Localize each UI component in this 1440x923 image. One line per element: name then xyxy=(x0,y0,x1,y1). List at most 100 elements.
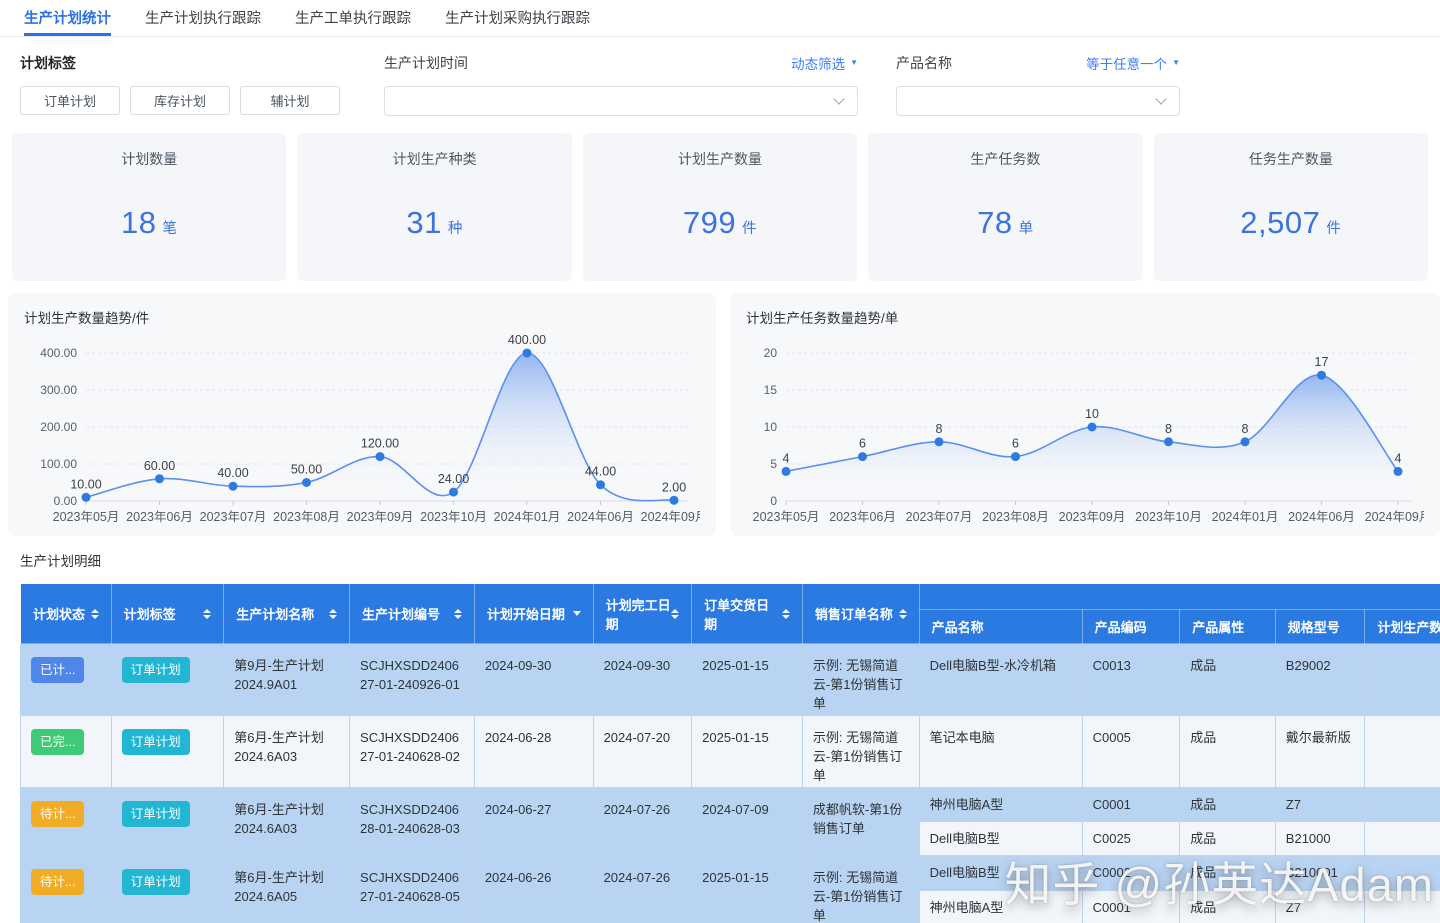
svg-text:2023年08月: 2023年08月 xyxy=(982,510,1049,524)
header-cell-计划生产数[interactable]: 计划生产数 xyxy=(1364,609,1440,644)
stat-value: 31 种 xyxy=(406,205,463,240)
svg-text:20: 20 xyxy=(764,346,778,360)
top-tabbar: 生产计划统计 生产计划执行跟踪 生产工单执行跟踪 生产计划采购执行跟踪 xyxy=(0,0,1440,37)
sort-desc-icon[interactable] xyxy=(572,611,581,616)
tab-生产工单执行跟踪[interactable]: 生产工单执行跟踪 xyxy=(295,0,411,36)
tab-生产计划执行跟踪[interactable]: 生产计划执行跟踪 xyxy=(145,0,261,36)
svg-text:2023年09月: 2023年09月 xyxy=(1059,510,1126,524)
header-label: 计划标签 xyxy=(123,607,176,622)
svg-text:2024年09月: 2024年09月 xyxy=(641,510,700,524)
plan-tag-filter-group: 计划标签 订单计划 库存计划 辅计划 xyxy=(20,53,346,116)
tag-badge: 订单计划 xyxy=(121,729,190,756)
table-row[interactable]: 待计... 订单计划 第6月-生产计划 2024.6A03 SCJHXSDD24062… xyxy=(20,787,1440,856)
sort-icon[interactable] xyxy=(671,608,680,619)
cell-product-spec: B29002 xyxy=(1274,643,1366,716)
svg-text:10: 10 xyxy=(764,420,778,434)
sort-icon[interactable] xyxy=(898,608,907,619)
svg-text:0: 0 xyxy=(770,494,777,508)
cell-plan-name: 第6月-生产计划 2024.6A03 xyxy=(223,787,351,856)
status-badge: 待计... xyxy=(31,801,85,828)
cell-product-code: C0025 xyxy=(1081,821,1181,856)
header-cell-计划完工日期[interactable]: 计划完工日期 xyxy=(592,583,693,644)
svg-text:10: 10 xyxy=(1085,407,1099,421)
cell-plan-qty xyxy=(1364,643,1440,716)
cell-product-spec: B210001 xyxy=(1274,854,1366,892)
header-label: 销售订单名称 xyxy=(814,607,893,622)
header-cell-计划状态[interactable]: 计划状态 xyxy=(20,583,112,644)
cell-finish-date: 2024-07-26 xyxy=(592,855,693,923)
tab-生产计划采购执行跟踪[interactable]: 生产计划采购执行跟踪 xyxy=(445,0,590,36)
cell-delivery-date: 2025-01-15 xyxy=(691,715,803,788)
cell-product-spec: 戴尔最新版 xyxy=(1274,715,1366,788)
cell-plan-code: SCJHXSDD240627-01-240628-02 xyxy=(349,715,475,788)
svg-text:2024年09月: 2024年09月 xyxy=(1365,510,1424,524)
plan-tag-button[interactable]: 库存计划 xyxy=(130,86,230,115)
sort-icon[interactable] xyxy=(203,608,212,619)
cell-product-name: Dell电脑B型-水冷机箱 xyxy=(918,643,1083,716)
header-cell-规格型号[interactable]: 规格型号 xyxy=(1274,609,1366,644)
cell-plan-tag: 订单计划 xyxy=(110,715,225,788)
table-row[interactable]: 待计... 订单计划 第6月-生产计划 2024.6A05 SCJHXSDD24062… xyxy=(20,854,1440,923)
stat-unit: 种 xyxy=(447,221,463,237)
tab-生产计划统计[interactable]: 生产计划统计 xyxy=(24,0,111,36)
header-cell-销售订单名称[interactable]: 销售订单名称 xyxy=(801,583,920,644)
header-cell-产品属性[interactable]: 产品属性 xyxy=(1179,609,1276,644)
header-cell-产品编码[interactable]: 产品编码 xyxy=(1081,609,1181,644)
filter-bar: 计划标签 订单计划 库存计划 辅计划 生产计划时间 动态筛选 ▼ 产品名称 等于任意一… xyxy=(0,37,1440,116)
svg-text:8: 8 xyxy=(936,422,943,436)
cell-finish-date: 2024-07-20 xyxy=(592,715,693,788)
header-label: 计划状态 xyxy=(33,607,86,622)
table-row[interactable]: 已计... 订单计划 第9月-生产计划 2024.9A01 SCJHXSDD24062… xyxy=(20,643,1440,716)
header-cell-计划标签[interactable]: 计划标签 xyxy=(110,583,225,644)
plan-time-label: 生产计划时间 xyxy=(384,55,468,71)
header-label: 生产计划名称 xyxy=(236,607,315,622)
chevron-down-icon xyxy=(1155,93,1167,105)
plan-tag-button[interactable]: 辅计划 xyxy=(240,86,340,115)
header-cell-产品名称[interactable]: 产品名称 xyxy=(918,609,1083,644)
cell-sales-order: 示例: 无锡简道云-第1份销售订单 xyxy=(801,715,920,788)
svg-text:400.00: 400.00 xyxy=(40,346,77,360)
header-cell-计划开始日期[interactable]: 计划开始日期 xyxy=(473,583,594,644)
stat-label: 计划生产数量 xyxy=(678,151,763,167)
cell-plan-tag: 订单计划 xyxy=(110,787,225,856)
svg-text:4: 4 xyxy=(1395,451,1402,465)
product-name-select[interactable] xyxy=(896,86,1180,116)
cell-plan-code: SCJHXSDD240627-01-240926-01 xyxy=(349,643,475,716)
stat-value: 2,507 件 xyxy=(1240,205,1342,240)
task-qty-trend-panel: 计划生产任务数量趋势/单 0 5 10 15 20 2023年05月 2023年06月 202… xyxy=(730,293,1440,536)
svg-text:4: 4 xyxy=(783,451,790,465)
svg-text:2023年09月: 2023年09月 xyxy=(347,510,414,524)
header-cell-生产计划编号[interactable]: 生产计划编号 xyxy=(349,583,475,644)
plan-tag-buttons: 订单计划 库存计划 辅计划 xyxy=(20,86,346,115)
sort-icon[interactable] xyxy=(90,608,99,619)
svg-text:2023年07月: 2023年07月 xyxy=(906,510,973,524)
header-cell-生产计划名称[interactable]: 生产计划名称 xyxy=(223,583,351,644)
production-qty-trend-chart: 0.00 100.00 200.00 300.00 400.00 2023年05月 2023… xyxy=(40,333,707,524)
svg-text:0.00: 0.00 xyxy=(54,494,78,508)
svg-text:2023年06月: 2023年06月 xyxy=(829,510,896,524)
stat-label: 计划生产种类 xyxy=(392,151,477,167)
dynamic-filter-link[interactable]: 动态筛选 ▼ xyxy=(791,53,858,73)
table-row[interactable]: 已完... 订单计划 第6月-生产计划 2024.6A03 SCJHXSDD24062… xyxy=(20,715,1440,788)
product-name-label: 产品名称 xyxy=(896,55,952,71)
svg-text:2024年06月: 2024年06月 xyxy=(567,510,634,524)
stat-unit: 笔 xyxy=(162,221,178,237)
stat-label: 任务生产数量 xyxy=(1248,151,1333,167)
header-cell-订单交货日期[interactable]: 订单交货日期 xyxy=(691,583,803,644)
plan-time-select[interactable] xyxy=(384,86,858,116)
product-group-header xyxy=(918,583,1440,610)
equals-any-link[interactable]: 等于任意一个 ▼ xyxy=(1086,53,1180,73)
svg-text:24.00: 24.00 xyxy=(438,472,469,486)
svg-text:15: 15 xyxy=(764,383,778,397)
sort-icon[interactable] xyxy=(453,608,462,619)
sort-icon[interactable] xyxy=(781,608,790,619)
plan-tag-button[interactable]: 订单计划 xyxy=(20,86,120,115)
svg-text:40.00: 40.00 xyxy=(217,466,248,480)
cell-product-code: C0002 xyxy=(1081,854,1181,892)
stat-value: 799 件 xyxy=(682,205,758,240)
cell-start-date: 2024-06-27 xyxy=(473,787,594,856)
sort-icon[interactable] xyxy=(329,608,338,619)
production-qty-trend-panel: 计划生产数量趋势/件 0.00 100.00 200.00 300.00 400.00 2… xyxy=(8,293,716,536)
cell-plan-code: SCJHXSDD240627-01-240628-05 xyxy=(349,855,475,923)
cell-plan-qty xyxy=(1364,715,1440,788)
